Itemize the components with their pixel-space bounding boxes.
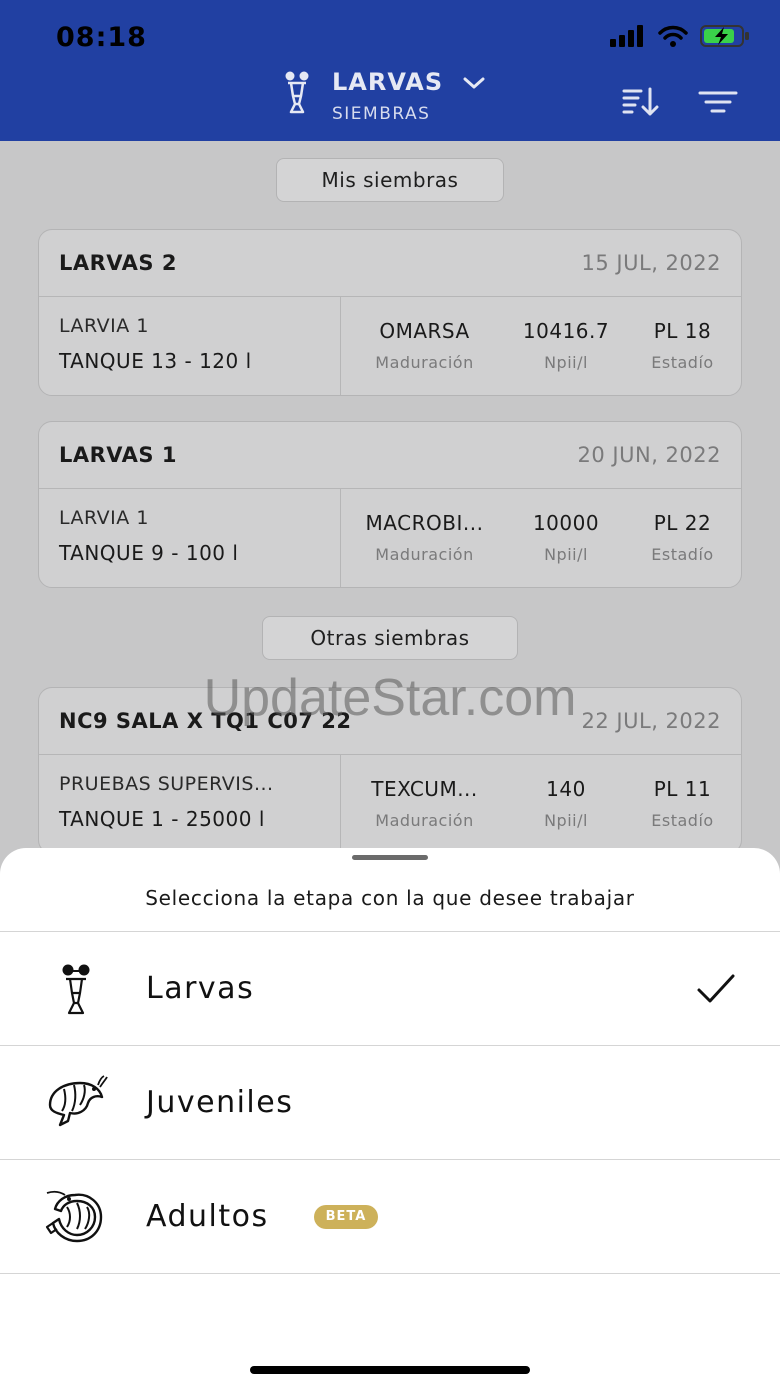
- home-indicator[interactable]: [250, 1366, 530, 1374]
- stat-maturation-value: TEXCUM...: [371, 777, 478, 801]
- card-lab: LARVIA 1: [59, 507, 149, 529]
- card-lab: LARVIA 1: [59, 315, 149, 337]
- status-icons: [610, 24, 750, 48]
- sheet-divider: [0, 1273, 780, 1274]
- sort-button[interactable]: [620, 86, 660, 118]
- stat-npii-value: 10000: [532, 511, 600, 535]
- beta-badge: BETA: [314, 1204, 378, 1229]
- stat-stage-value: PL 18: [653, 319, 712, 343]
- filter-icon: [698, 91, 738, 113]
- stat-stage-value: PL 11: [653, 777, 712, 801]
- watermark: UpdateStar.com: [203, 669, 577, 727]
- sheet-title: Selecciona la etapa con la que desee tra…: [145, 886, 635, 910]
- stage-option-label: Adultos: [146, 1199, 269, 1234]
- stage-option-label: Juveniles: [146, 1085, 294, 1120]
- card-tank: TANQUE 9 - 100 l: [59, 541, 239, 565]
- card-tank: TANQUE 1 - 25000 l: [59, 807, 265, 831]
- battery-icon: [700, 25, 749, 47]
- page-subtitle: SIEMBRAS: [332, 104, 431, 124]
- stat-maturation-value: MACROBI...: [365, 511, 484, 535]
- stage-option-adultos[interactable]: Adultos BETA: [0, 1159, 780, 1273]
- stage-option-label: Larvas: [146, 971, 255, 1006]
- signal-icon: [610, 25, 643, 47]
- stat-npii-label: Npii/l: [544, 545, 588, 564]
- stage-selector[interactable]: LARVAS SIEMBRAS: [282, 68, 485, 124]
- section-mine-label: Mis siembras: [276, 158, 504, 202]
- stat-stage-label: Estadío: [651, 545, 714, 564]
- checkmark-icon: [697, 974, 735, 1002]
- status-time: 08:18: [56, 22, 147, 53]
- larva-icon: [285, 71, 309, 114]
- stat-npii-value: 10416.7: [522, 319, 610, 343]
- stat-maturation-label: Maduración: [375, 545, 474, 564]
- stat-npii-label: Npii/l: [544, 811, 588, 830]
- stat-stage-label: Estadío: [651, 353, 714, 372]
- stage-bottom-sheet: Selecciona la etapa con la que desee tra…: [0, 848, 780, 1387]
- filter-button[interactable]: [698, 86, 738, 118]
- stat-maturation-label: Maduración: [375, 353, 474, 372]
- card-date: 20 JUN, 2022: [577, 443, 721, 467]
- sowing-card[interactable]: LARVAS 2 15 JUL, 2022 LARVIA 1 TANQUE 13…: [38, 229, 742, 396]
- app-header: 08:18 LARVAS SIEMBRAS: [0, 0, 780, 141]
- sowing-card[interactable]: LARVAS 1 20 JUN, 2022 LARVIA 1 TANQUE 9 …: [38, 421, 742, 588]
- adult-shrimp-icon: [44, 1185, 108, 1249]
- chevron-down-icon: [463, 77, 485, 89]
- stat-npii-value: 140: [546, 777, 586, 801]
- card-lab: PRUEBAS SUPERVIS...: [59, 773, 274, 795]
- page-title: LARVAS: [332, 68, 444, 96]
- stat-stage-label: Estadío: [651, 811, 714, 830]
- card-name: LARVAS 1: [59, 443, 177, 467]
- sheet-grabber[interactable]: [352, 855, 428, 860]
- stage-option-juveniles[interactable]: Juveniles: [0, 1045, 780, 1159]
- stat-maturation-label: Maduración: [375, 811, 474, 830]
- card-tank: TANQUE 13 - 120 l: [59, 349, 252, 373]
- card-name: LARVAS 2: [59, 251, 177, 275]
- stat-npii-label: Npii/l: [544, 353, 588, 372]
- shrimp-icon: [44, 1071, 108, 1135]
- sort-icon: [622, 87, 659, 116]
- stat-maturation-value: OMARSA: [379, 319, 470, 343]
- wifi-icon: [658, 25, 688, 47]
- card-date: 15 JUL, 2022: [581, 251, 721, 275]
- section-others-label: Otras siembras: [262, 616, 518, 660]
- stage-option-larvas[interactable]: Larvas: [0, 931, 780, 1045]
- stat-stage-value: PL 22: [653, 511, 712, 535]
- larva-icon: [44, 957, 108, 1021]
